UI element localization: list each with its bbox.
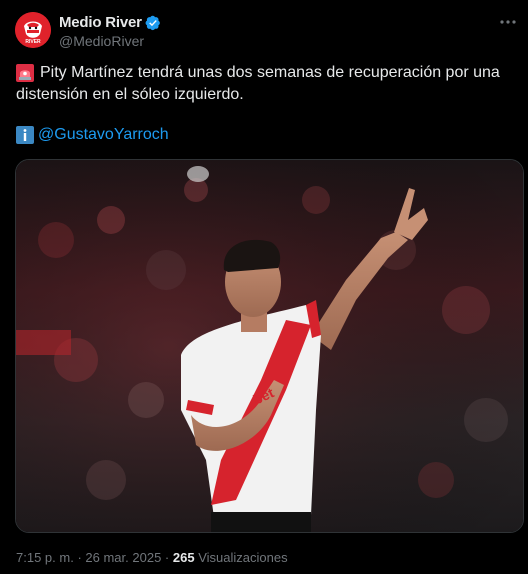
tweet-header: RIVER Medio River @MedioRiver (15, 12, 161, 49)
tweet-card: RIVER Medio River @MedioRiver Pity Martí… (0, 0, 528, 574)
avatar[interactable]: RIVER (15, 12, 51, 48)
tweet-meta: 7:15 p. m. · 26 mar. 2025 · 265 Visualiz… (16, 550, 288, 565)
more-options-button[interactable] (498, 12, 518, 32)
tweet-text-part-1: Pity Martínez tendrá unas dos semanas de… (40, 64, 500, 81)
views-count: 265 (172, 550, 195, 565)
tweet-time[interactable]: 7:15 p. m. (16, 550, 74, 565)
mention-link[interactable]: @GustavoYarroch (38, 126, 169, 144)
tweet-text-line-1: Pity Martínez tendrá unas dos semanas de… (16, 62, 516, 84)
views-label: Visualizaciones (198, 550, 288, 565)
more-icon (500, 20, 516, 24)
display-name[interactable]: Medio River (59, 14, 142, 31)
tweet-text: Pity Martínez tendrá unas dos semanas de… (16, 62, 516, 106)
meta-separator-2: · (164, 550, 170, 565)
svg-text:RIVER: RIVER (25, 39, 41, 45)
meta-separator: · (77, 550, 82, 565)
siren-icon (16, 64, 34, 82)
tweet-media-photo[interactable]: bet (15, 159, 524, 533)
player-photo: bet (16, 160, 523, 532)
display-name-row: Medio River (59, 13, 161, 32)
author-handle[interactable]: @MedioRiver (59, 33, 161, 49)
tweet-text-part-2: distensión en el sóleo izquierdo. (16, 86, 244, 103)
tweet-text-line-2: distensión en el sóleo izquierdo. (16, 84, 516, 106)
author-names: Medio River @MedioRiver (59, 13, 161, 49)
river-plate-logo-icon: RIVER (15, 12, 51, 48)
verified-badge-icon[interactable] (145, 15, 161, 31)
mention-line: @GustavoYarroch (16, 126, 169, 144)
info-icon (16, 126, 34, 144)
tweet-date[interactable]: 26 mar. 2025 (85, 550, 161, 565)
